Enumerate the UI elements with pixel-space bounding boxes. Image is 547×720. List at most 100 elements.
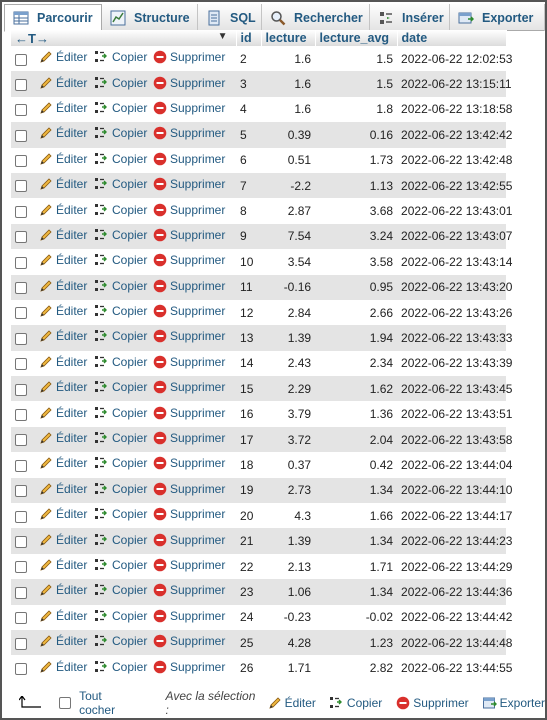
row-checkbox[interactable] (15, 612, 27, 625)
delete-button[interactable]: Supprimer (153, 406, 225, 420)
row-checkbox[interactable] (15, 307, 27, 320)
table-row[interactable]: Éditer Copier Supprimer 25 4.28 1.23 2022-06-2… (11, 629, 512, 656)
row-checkbox[interactable] (15, 256, 27, 269)
copy-button[interactable]: Copier (95, 304, 147, 318)
copy-button[interactable]: Copier (95, 456, 147, 470)
row-checkbox[interactable] (15, 282, 27, 295)
delete-button[interactable]: Supprimer (153, 279, 225, 293)
table-row[interactable]: Éditer Copier Supprimer 23 1.06 1.34 2022-06-2… (11, 579, 512, 605)
row-checkbox[interactable] (15, 586, 27, 599)
row-checkbox[interactable] (15, 155, 27, 168)
table-row[interactable]: Éditer Copier Supprimer 22 2.13 1.71 2022-06-2… (11, 553, 512, 580)
table-row[interactable]: Éditer Copier Supprimer 5 0.39 0.16 2022-06-22… (11, 122, 512, 148)
delete-button[interactable]: Supprimer (153, 76, 225, 90)
column-header-id[interactable]: id (236, 30, 262, 46)
edit-button[interactable]: Éditer (39, 431, 87, 445)
tab-inserer[interactable]: Insérer (370, 4, 450, 31)
delete-button[interactable]: Supprimer (153, 50, 225, 64)
copy-button[interactable]: Copier (95, 279, 147, 293)
tab-rechercher[interactable]: Rechercher (262, 4, 370, 31)
table-row[interactable]: Éditer Copier Supprimer 6 0.51 1.73 2022-06-22… (11, 147, 512, 173)
row-checkbox[interactable] (15, 459, 27, 472)
table-row[interactable]: Éditer Copier Supprimer 14 2.43 2.34 2022-06-2… (11, 350, 512, 377)
row-checkbox[interactable] (15, 637, 27, 650)
table-row[interactable]: Éditer Copier Supprimer 21 1.39 1.34 2022-06-2… (11, 528, 512, 554)
copy-button[interactable]: Copier (95, 583, 147, 597)
row-checkbox[interactable] (15, 78, 27, 91)
edit-button[interactable]: Éditer (39, 101, 87, 115)
edit-button[interactable]: Éditer (39, 304, 87, 318)
copy-button[interactable]: Copier (95, 355, 147, 369)
copy-button[interactable]: Copier (95, 507, 147, 521)
edit-button[interactable]: Éditer (39, 279, 87, 293)
copy-button[interactable]: Copier (95, 50, 147, 64)
copy-button[interactable]: Copier (95, 609, 147, 623)
delete-button[interactable]: Supprimer (153, 304, 225, 318)
delete-button[interactable]: Supprimer (153, 152, 225, 166)
delete-button[interactable]: Supprimer (153, 533, 225, 547)
delete-button[interactable]: Supprimer (153, 228, 225, 242)
table-row[interactable]: Éditer Copier Supprimer 11 -0.16 0.95 2022-06-… (11, 274, 512, 300)
table-row[interactable]: Éditer Copier Supprimer 26 1.71 2.82 2022-06-2… (11, 655, 512, 681)
bulk-edit-button[interactable]: Éditer (268, 696, 316, 710)
edit-button[interactable]: Éditer (39, 177, 87, 191)
row-checkbox[interactable] (15, 561, 27, 574)
edit-button[interactable]: Éditer (39, 355, 87, 369)
table-row[interactable]: Éditer Copier Supprimer 13 1.39 1.94 2022-06-2… (11, 325, 512, 351)
delete-button[interactable]: Supprimer (153, 355, 225, 369)
copy-button[interactable]: Copier (95, 329, 147, 343)
check-all-checkbox[interactable] (59, 697, 72, 709)
table-row[interactable]: Éditer Copier Supprimer 18 0.37 0.42 2022-06-2… (11, 452, 512, 478)
copy-button[interactable]: Copier (95, 101, 147, 115)
copy-button[interactable]: Copier (95, 380, 147, 394)
edit-button[interactable]: Éditer (39, 609, 87, 623)
row-checkbox[interactable] (15, 358, 27, 371)
table-row[interactable]: Éditer Copier Supprimer 2 1.6 1.5 2022-06-22 1… (11, 46, 512, 72)
tab-exporter[interactable]: Exporter (450, 4, 545, 31)
row-checkbox[interactable] (15, 485, 27, 498)
edit-button[interactable]: Éditer (39, 253, 87, 267)
delete-button[interactable]: Supprimer (153, 101, 225, 115)
delete-button[interactable]: Supprimer (153, 482, 225, 496)
edit-button[interactable]: Éditer (39, 203, 87, 217)
tab-structure[interactable]: Structure (102, 4, 198, 31)
delete-button[interactable]: Supprimer (153, 431, 225, 445)
copy-button[interactable]: Copier (95, 76, 147, 90)
column-nav-arrows[interactable]: ←T→ (15, 31, 49, 46)
sort-dropdown-icon[interactable]: ▼ (218, 31, 228, 42)
edit-button[interactable]: Éditer (39, 126, 87, 140)
bulk-export-button[interactable]: Exporter (482, 696, 545, 710)
copy-button[interactable]: Copier (95, 406, 147, 420)
row-checkbox[interactable] (15, 510, 27, 523)
edit-button[interactable]: Éditer (39, 583, 87, 597)
copy-button[interactable]: Copier (95, 228, 147, 242)
row-checkbox[interactable] (15, 53, 27, 66)
copy-button[interactable]: Copier (95, 558, 147, 572)
table-row[interactable]: Éditer Copier Supprimer 16 3.79 1.36 2022-06-2… (11, 401, 512, 427)
copy-button[interactable]: Copier (95, 152, 147, 166)
table-row[interactable]: Éditer Copier Supprimer 17 3.72 2.04 2022-06-2… (11, 426, 512, 453)
row-checkbox[interactable] (15, 129, 27, 142)
column-header-lecture[interactable]: lecture (261, 30, 316, 46)
row-checkbox[interactable] (15, 383, 27, 396)
delete-button[interactable]: Supprimer (153, 583, 225, 597)
copy-button[interactable]: Copier (95, 253, 147, 267)
table-row[interactable]: Éditer Copier Supprimer 15 2.29 1.62 2022-06-2… (11, 376, 512, 402)
table-row[interactable]: Éditer Copier Supprimer 24 -0.23 -0.02 2022-06… (11, 604, 512, 630)
edit-button[interactable]: Éditer (39, 50, 87, 64)
column-header-lecture-avg[interactable]: lecture_avg (315, 30, 398, 46)
copy-button[interactable]: Copier (95, 482, 147, 496)
edit-button[interactable]: Éditer (39, 380, 87, 394)
table-row[interactable]: Éditer Copier Supprimer 10 3.54 3.58 2022-06-2… (11, 249, 512, 275)
table-row[interactable]: Éditer Copier Supprimer 20 4.3 1.66 2022-06-22… (11, 503, 512, 529)
edit-button[interactable]: Éditer (39, 634, 87, 648)
copy-button[interactable]: Copier (95, 431, 147, 445)
row-checkbox[interactable] (15, 408, 27, 421)
row-checkbox[interactable] (15, 662, 27, 675)
check-all-label[interactable]: Tout cocher (79, 689, 139, 717)
table-row[interactable]: Éditer Copier Supprimer 7 -2.2 1.13 2022-06-22… (11, 172, 512, 199)
edit-button[interactable]: Éditer (39, 456, 87, 470)
column-header-date[interactable]: date (397, 30, 507, 46)
table-row[interactable]: Éditer Copier Supprimer 9 7.54 3.24 2022-06-22… (11, 223, 512, 250)
row-checkbox[interactable] (15, 332, 27, 345)
